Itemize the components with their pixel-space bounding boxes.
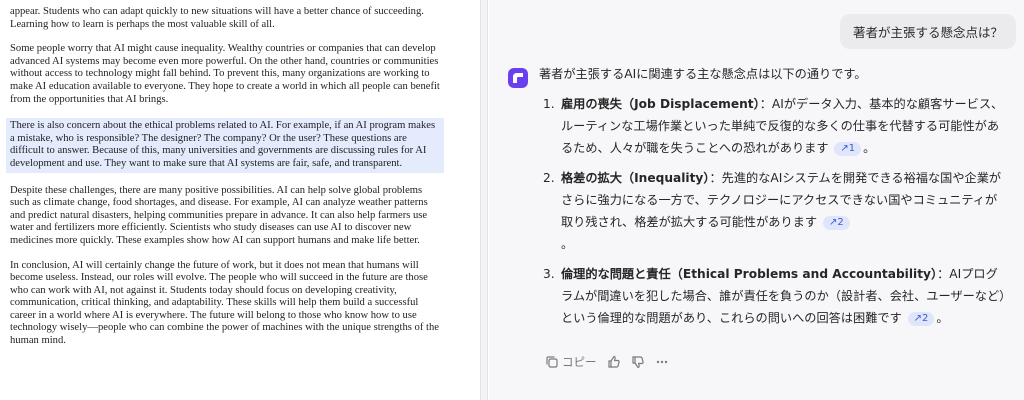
list-number: 1. xyxy=(543,97,555,111)
list-item: 3. 倫理的な問題と責任（Ethical Problems and Accoun… xyxy=(539,263,1009,329)
citation-chip[interactable]: ↗2 xyxy=(907,312,935,326)
pane-divider[interactable] xyxy=(480,0,488,400)
message-actions: コピー xyxy=(545,352,669,372)
copy-icon xyxy=(545,355,559,369)
document-body: appear. Students who can adapt quickly t… xyxy=(6,6,444,360)
thumbs-down-button[interactable] xyxy=(631,355,645,369)
user-message: 著者が主張する懸念点は？ xyxy=(839,14,1016,49)
list-number: 2. xyxy=(543,171,555,185)
chat-pane: 著者が主張する懸念点は？ 著者が主張するAIに関連する主な懸念点は以下の通りです… xyxy=(489,0,1024,400)
item-end: 。 xyxy=(561,237,574,251)
document-paragraph: Some people worry that AI might cause in… xyxy=(10,43,440,105)
assistant-logo-icon xyxy=(508,68,528,88)
item-title: 雇用の喪失（Job Displacement） xyxy=(561,97,760,111)
list-number: 3. xyxy=(543,267,555,281)
item-title: 格差の拡大（Inequality） xyxy=(561,171,710,185)
copy-label: コピー xyxy=(562,355,597,369)
copy-button[interactable]: コピー xyxy=(545,354,597,370)
item-end: 。 xyxy=(863,141,876,155)
document-paragraph: appear. Students who can adapt quickly t… xyxy=(10,6,424,30)
thumbs-up-icon xyxy=(607,355,621,369)
thumbs-up-button[interactable] xyxy=(607,355,621,369)
document-paragraph: Despite these challenges, there are many… xyxy=(10,184,428,246)
answer-intro: 著者が主張するAIに関連する主な懸念点は以下の通りです。 xyxy=(539,67,867,81)
more-icon xyxy=(655,355,669,369)
item-end: 。 xyxy=(936,311,949,325)
item-title: 倫理的な問題と責任（Ethical Problems and Accountab… xyxy=(561,267,938,281)
list-item: 2. 格差の拡大（Inequality）：先進的なAIシステムを開発できる裕福な… xyxy=(539,167,1009,255)
thumbs-down-icon xyxy=(631,355,645,369)
citation-chip[interactable]: ↗2 xyxy=(822,216,850,230)
assistant-answer: 著者が主張するAIに関連する主な懸念点は以下の通りです。 1. 雇用の喪失（Jo… xyxy=(539,63,1009,337)
document-paragraph-highlighted[interactable]: There is also concern about the ethical … xyxy=(6,118,444,173)
more-button[interactable] xyxy=(655,355,669,369)
list-item: 1. 雇用の喪失（Job Displacement）：AIがデータ入力、基本的な… xyxy=(539,93,1009,159)
document-pane: appear. Students who can adapt quickly t… xyxy=(0,0,480,400)
citation-chip[interactable]: ↗1 xyxy=(834,142,862,156)
document-paragraph: In conclusion, AI will certainly change … xyxy=(10,259,439,347)
